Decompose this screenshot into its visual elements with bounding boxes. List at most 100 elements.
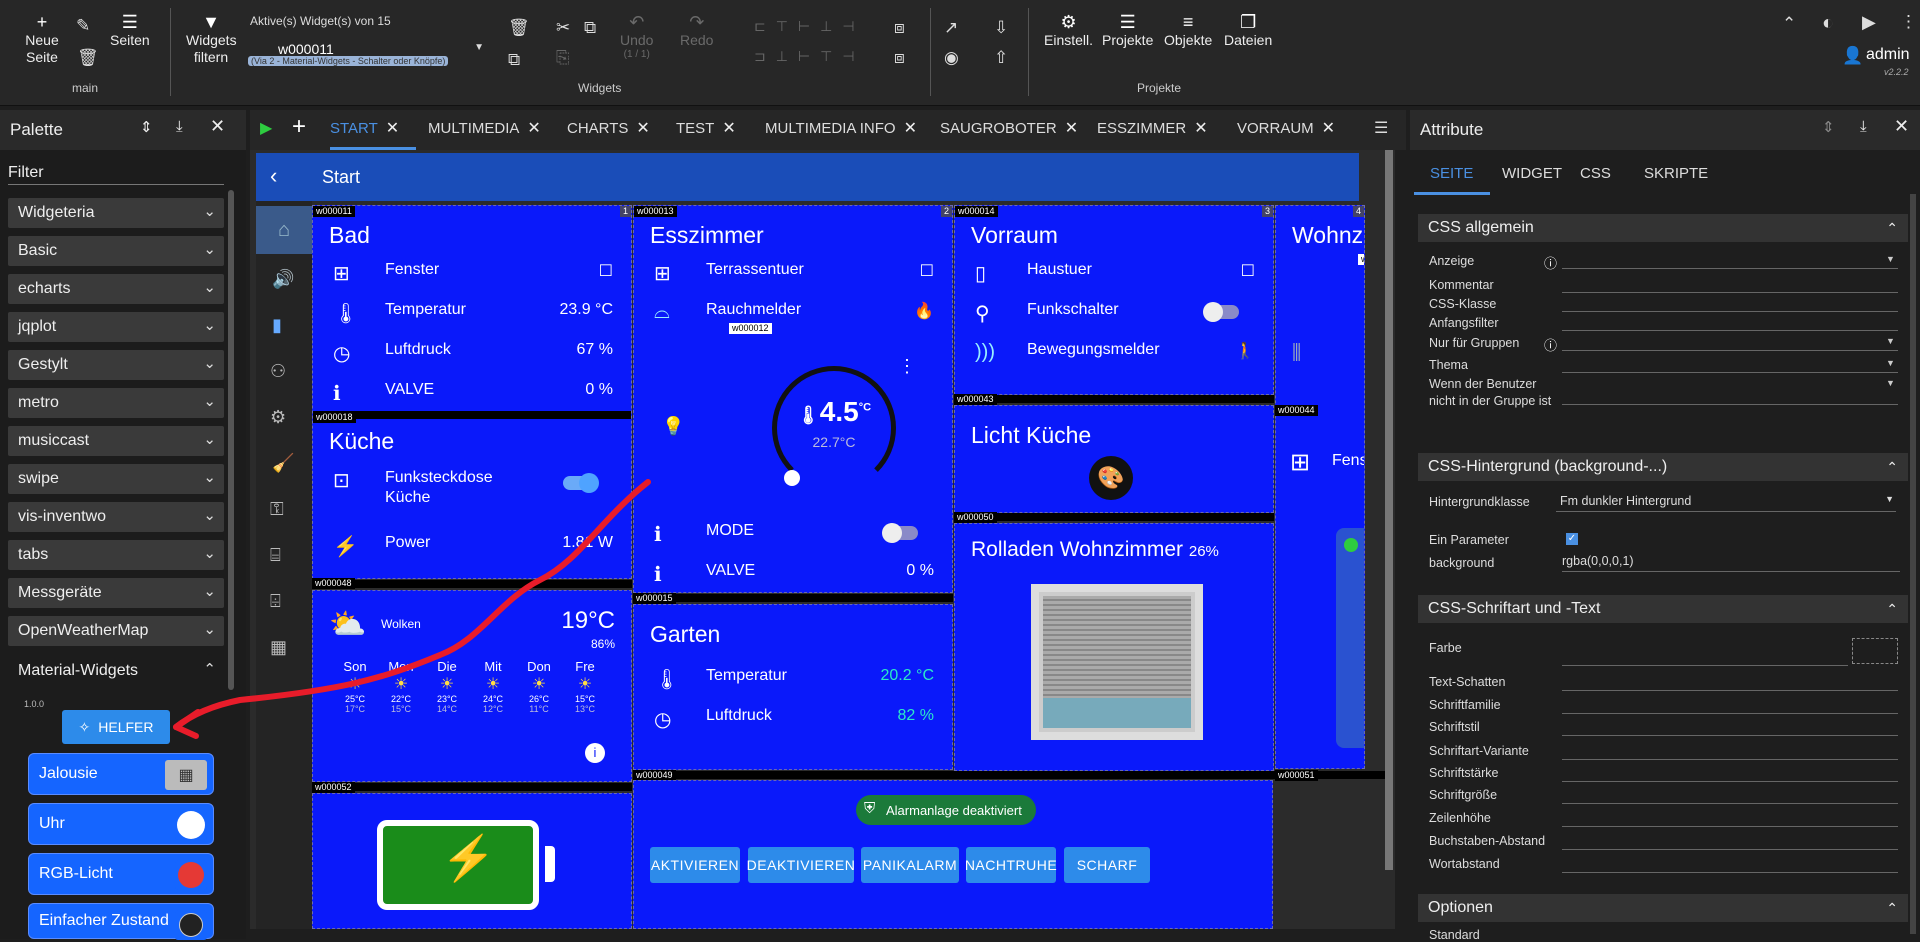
add-view-icon[interactable]: + bbox=[292, 113, 306, 141]
more-vert-icon[interactable]: ⋮ bbox=[1900, 12, 1917, 32]
socket-toggle[interactable] bbox=[563, 473, 599, 493]
close-icon[interactable]: ✕ bbox=[722, 120, 735, 137]
card-licht-kueche[interactable]: Licht Küche 🎨 bbox=[954, 405, 1274, 513]
close-icon[interactable]: ✕ bbox=[527, 120, 540, 137]
palette-set-openweathermap[interactable]: OpenWeatherMap ⌄ bbox=[8, 616, 224, 646]
font-field-input[interactable] bbox=[1562, 849, 1898, 850]
paste-icon[interactable]: ⎘ bbox=[556, 48, 570, 68]
css-field-input[interactable] bbox=[1562, 350, 1898, 351]
widget-rgb-licht[interactable]: RGB-Licht bbox=[28, 853, 214, 895]
card-battery[interactable]: ⚡ bbox=[312, 793, 632, 929]
checkbox-icon[interactable]: ☐ bbox=[599, 261, 613, 281]
palette-set-tabs[interactable]: tabs ⌄ bbox=[8, 540, 224, 570]
font-field-input[interactable] bbox=[1562, 803, 1898, 804]
font-field-input[interactable] bbox=[1562, 826, 1898, 827]
tab-esszimmer[interactable]: ESSZIMMER ✕ bbox=[1097, 118, 1208, 138]
close-icon[interactable]: ✕ bbox=[386, 120, 399, 137]
info-icon[interactable]: ⓘ bbox=[1544, 253, 1557, 272]
objects-button[interactable]: ≡ Objekte bbox=[1164, 12, 1212, 49]
section-options[interactable]: Optionen ⌃ bbox=[1418, 894, 1908, 922]
close-icon[interactable]: ✕ bbox=[636, 120, 649, 137]
chevron-up-icon[interactable]: ⌃ bbox=[1782, 14, 1796, 34]
close-icon[interactable]: ✕ bbox=[1322, 120, 1335, 137]
group-icon[interactable]: ⧈ bbox=[894, 18, 905, 38]
alarm-scharf-button[interactable]: SCHARF bbox=[1064, 847, 1150, 883]
card-wohnzimmer[interactable]: 4 Wohnzim w0 ⫼ ⊞ Fenste bbox=[1275, 205, 1365, 769]
attr-tab-css[interactable]: CSS bbox=[1580, 165, 1611, 182]
widget-select[interactable]: w000011 (Via 2 - Material-Widgets - Scha… bbox=[248, 40, 484, 66]
close-icon[interactable]: ✕ bbox=[904, 120, 917, 137]
robot-icon[interactable]: ⚙ bbox=[270, 407, 286, 428]
home-icon[interactable]: ⌂ bbox=[256, 206, 312, 254]
card-alarm[interactable]: ⛨ Alarmanlage deaktiviert AKTIVIEREN DEAKT… bbox=[633, 780, 1273, 929]
palette-set-widgeteria[interactable]: Widgeteria ⌄ bbox=[8, 198, 224, 228]
cut-icon[interactable]: ✂ bbox=[556, 18, 570, 38]
section-css-background[interactable]: CSS-Hintergrund (background-...) ⌃ bbox=[1418, 453, 1908, 481]
alarm-deaktivieren-button[interactable]: DEAKTIVIEREN bbox=[747, 847, 855, 883]
pencil-icon[interactable]: ✎ bbox=[76, 16, 90, 36]
section-css-font[interactable]: CSS-Schriftart und -Text ⌃ bbox=[1418, 595, 1908, 623]
chart-icon[interactable]: ▮ bbox=[272, 315, 282, 336]
more-vert-icon[interactable]: ⋮ bbox=[898, 356, 916, 377]
close-icon[interactable]: ✕ bbox=[1894, 116, 1909, 137]
align-icons-row2[interactable]: ⊐⊥⊢⊤⊣ bbox=[754, 48, 865, 65]
ungroup-icon[interactable]: ⧈ bbox=[894, 48, 905, 68]
card-garten[interactable]: Garten 🌡 Temperatur 20.2 °C ◷ Luftdruck 82 % bbox=[633, 604, 953, 770]
palette-set-vis-inventwo[interactable]: vis-inventwo ⌄ bbox=[8, 502, 224, 532]
attr-tab-skripte[interactable]: SKRIPTE bbox=[1644, 165, 1708, 182]
widget-jalousie[interactable]: Jalousie ▦ bbox=[28, 753, 214, 795]
card-esszimmer[interactable]: w000013 2 Esszimmer ⊞ Terrassentuer ☐ ⌓ Rau… bbox=[633, 205, 953, 593]
palette-set-messgeräte[interactable]: Messgeräte ⌄ bbox=[8, 578, 224, 608]
card-bad[interactable]: w000011 1 Bad ⊞ Fenster ☐ 🌡 Temperatur 23.9 … bbox=[312, 205, 632, 579]
tab-multimedia[interactable]: MULTIMEDIA ✕ bbox=[428, 118, 541, 138]
palette-set-metro[interactable]: metro ⌄ bbox=[8, 388, 224, 418]
palette-set-material-widgets[interactable]: Material-Widgets ⌃ bbox=[8, 656, 224, 686]
dining-icon[interactable]: ⚿ bbox=[270, 499, 284, 520]
font-field-input[interactable] bbox=[1562, 735, 1898, 736]
theme-icon[interactable]: ◐ bbox=[1822, 12, 1834, 35]
settings-button[interactable]: ⚙ Einstell. bbox=[1044, 12, 1093, 49]
widget-uhr[interactable]: Uhr bbox=[28, 803, 214, 845]
expand-icon[interactable]: ⇕ bbox=[140, 118, 153, 136]
redo-button[interactable]: ↷ Redo bbox=[680, 12, 713, 49]
alarm-nachtruhe-button[interactable]: NACHTRUHE bbox=[965, 847, 1057, 883]
css-field-input[interactable] bbox=[1562, 330, 1898, 331]
projects-button[interactable]: ☰ Projekte bbox=[1102, 12, 1153, 49]
alarm-aktivieren-button[interactable]: AKTIVIEREN bbox=[650, 847, 740, 883]
attr-tab-widget[interactable]: WIDGET bbox=[1502, 165, 1562, 182]
widget-einfacher-zustand[interactable]: Einfacher Zustand bbox=[28, 903, 214, 940]
eye-icon[interactable]: ◉ bbox=[944, 48, 959, 68]
broom-icon[interactable]: 🧹 bbox=[272, 453, 294, 474]
palette-icon[interactable]: 🎨 bbox=[1089, 456, 1133, 500]
speaker-icon[interactable]: 🔊 bbox=[272, 269, 294, 290]
color-picker[interactable] bbox=[1852, 638, 1898, 664]
collapse-icon[interactable]: ⤓ bbox=[176, 118, 183, 135]
expand-icon[interactable]: ⇕ bbox=[1822, 118, 1835, 136]
tab-charts[interactable]: CHARTS ✕ bbox=[567, 118, 650, 138]
palette-set-echarts[interactable]: echarts ⌄ bbox=[8, 274, 224, 304]
tab-saugroboter[interactable]: SAUGROBOTER ✕ bbox=[940, 118, 1078, 138]
css-field-input[interactable] bbox=[1562, 311, 1898, 312]
pages-button[interactable]: ☰ Seiten bbox=[110, 12, 150, 49]
user-name[interactable]: admin bbox=[1866, 46, 1910, 64]
attr-tab-seite[interactable]: SEITE bbox=[1430, 165, 1473, 182]
tab-start[interactable]: START ✕ bbox=[330, 118, 399, 138]
shutter-image[interactable] bbox=[1031, 584, 1203, 740]
duplicate-icon[interactable]: ⧉ bbox=[584, 18, 596, 38]
font-field-input[interactable] bbox=[1562, 665, 1848, 666]
card-vorraum[interactable]: w000014 3 Vorraum ▯ Haustuer ☐ ⚲ Funkschalt… bbox=[954, 205, 1274, 395]
palette-filter-input[interactable] bbox=[8, 184, 224, 185]
copy-icon[interactable]: ⧉ bbox=[508, 50, 520, 70]
user-icon[interactable]: 👤 bbox=[1842, 46, 1863, 66]
new-page-button[interactable]: + Neue Seite bbox=[22, 12, 62, 66]
palette-set-gestylt[interactable]: Gestylt ⌄ bbox=[8, 350, 224, 380]
people-icon[interactable]: ⚇ bbox=[270, 361, 286, 382]
canvas-scrollbar[interactable] bbox=[1385, 150, 1393, 870]
tv-card[interactable] bbox=[1336, 528, 1364, 748]
card-rolladen[interactable]: Rolladen Wohnzimmer 26% bbox=[954, 523, 1274, 771]
checkbox-icon[interactable]: ☐ bbox=[1241, 261, 1255, 281]
files-button[interactable]: ❐ Dateien bbox=[1224, 12, 1272, 49]
open-external-icon[interactable]: ↗ bbox=[944, 18, 958, 38]
thermostat-knob[interactable] bbox=[784, 470, 800, 486]
close-icon[interactable]: ✕ bbox=[1065, 120, 1078, 137]
